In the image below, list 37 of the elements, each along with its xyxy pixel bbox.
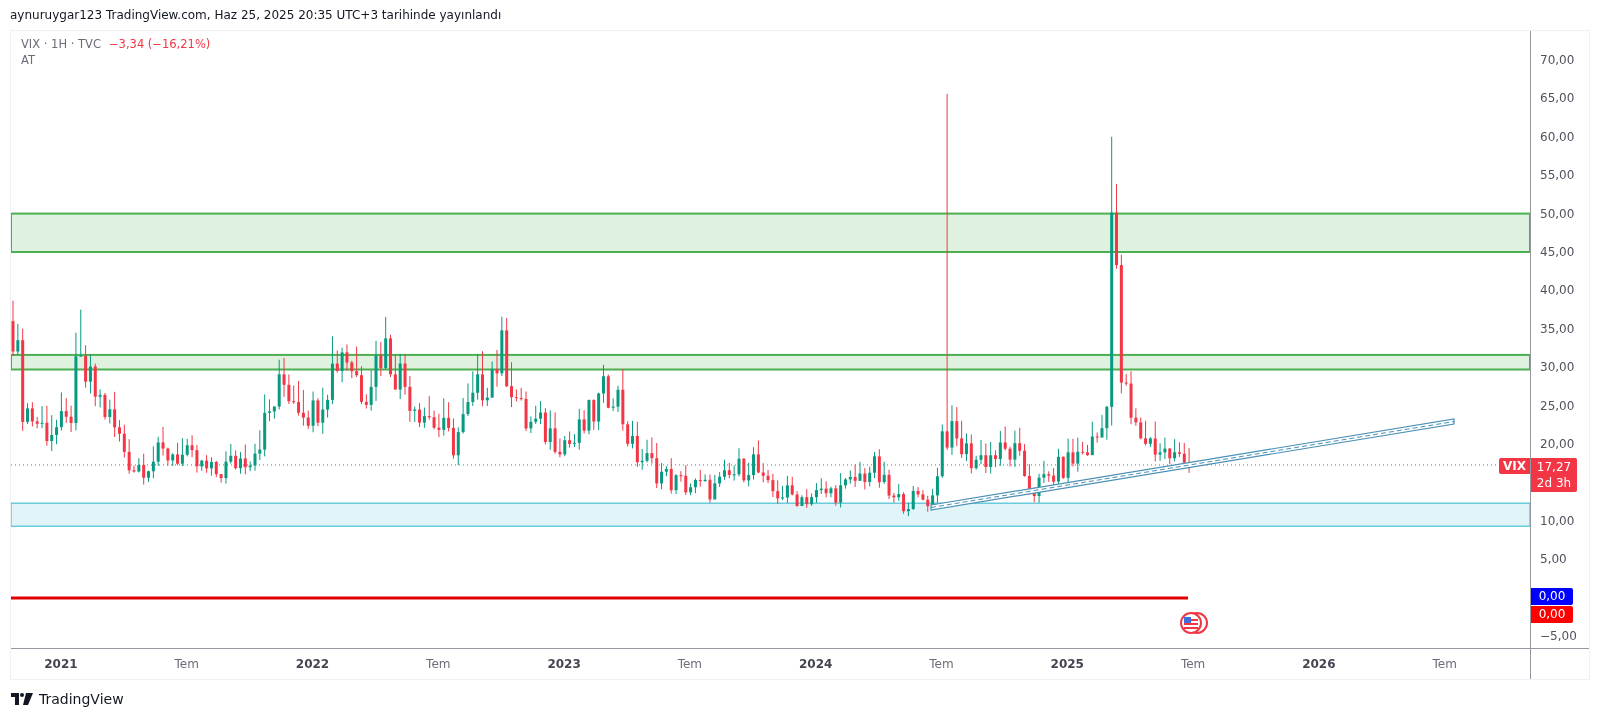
price-tick: 40,00	[1539, 282, 1576, 300]
time-tick: Tem	[929, 657, 954, 671]
publish-info: aynuruygar123 TradingView.com, Haz 25, 2025 20:35 UTC+3 tarihinde yayınlandı	[10, 8, 502, 22]
time-tick: Tem	[677, 657, 703, 671]
tradingview-logo-icon	[11, 693, 33, 705]
price-tick: 30,00	[1539, 359, 1576, 377]
time-tick: Tem	[426, 657, 451, 671]
price-tick: 25,00	[1539, 397, 1576, 415]
price-tick: 50,00	[1539, 205, 1576, 223]
last-price-badge: 17,27 2d 3h	[1531, 458, 1577, 492]
price-tick: 60,00	[1539, 128, 1576, 146]
price-tick: 65,00	[1539, 90, 1576, 108]
price-tick: 20,00	[1539, 435, 1576, 453]
indicator-value-badge: 0,00	[1531, 606, 1573, 623]
price-tick: 35,00	[1539, 320, 1576, 338]
time-tick: 2023	[547, 657, 581, 671]
time-tick: 2022	[295, 657, 330, 671]
time-tick: 2024	[798, 657, 833, 671]
price-tick: 55,00	[1539, 167, 1576, 185]
symbol-info: VIX · 1H · TVC	[21, 37, 101, 51]
brand-name: TradingView	[39, 691, 124, 707]
time-tick: 2021	[44, 657, 78, 671]
indicator-label: AT	[21, 53, 36, 67]
price-tick: 5,00	[1539, 551, 1568, 569]
time-tick: Tem	[1180, 657, 1206, 671]
price-tick: 45,00	[1539, 243, 1576, 261]
us-flag-event-icon[interactable]	[1177, 611, 1211, 635]
price-tick: −5,00	[1539, 627, 1578, 645]
symbol-badge: VIX	[1499, 458, 1530, 474]
time-tick: 2025	[1050, 657, 1084, 671]
time-tick: 2026	[1302, 657, 1336, 671]
time-tick: Tem	[1432, 657, 1457, 671]
time-tick: Tem	[174, 657, 199, 671]
indicator-value-badge: 0,00	[1531, 588, 1573, 605]
price-change: −3,34 (−16,21%)	[108, 37, 211, 51]
price-tick: 10,00	[1539, 512, 1576, 530]
price-tick: 70,00	[1539, 52, 1576, 69]
